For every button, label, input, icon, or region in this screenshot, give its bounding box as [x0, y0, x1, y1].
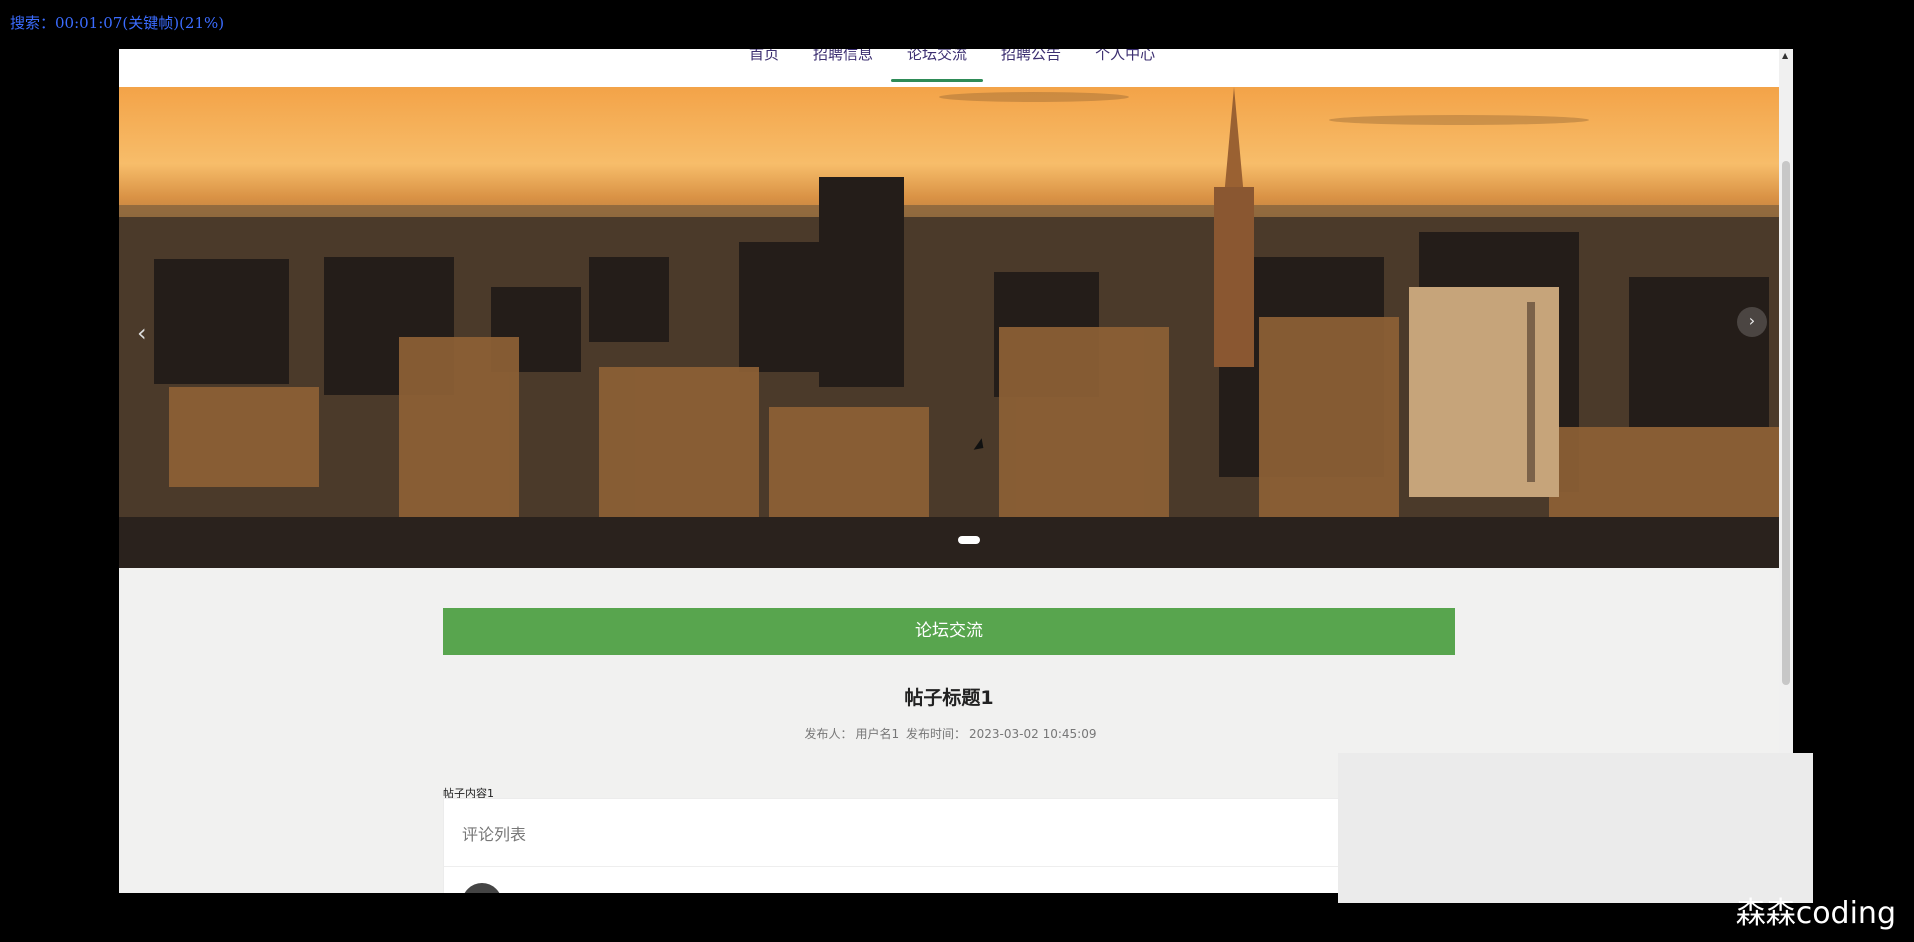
scroll-up-icon[interactable]: ▲ — [1782, 51, 1788, 60]
comment-list-card: 评论列表 — [443, 798, 1457, 893]
watermark-text: 森森coding — [1735, 896, 1896, 931]
nav-recruitment-info[interactable]: 招聘信息 — [813, 49, 873, 87]
top-navigation: 首页 招聘信息 论坛交流 招聘公告 个人中心 — [119, 49, 1779, 87]
publish-time: 2023-03-02 10:45:09 — [969, 727, 1097, 741]
city-skyline-image — [119, 87, 1779, 568]
carousel-previous-icon[interactable]: ‹ — [137, 319, 147, 347]
city-skyline-carousel: ‹ › — [119, 87, 1779, 568]
navigation-menu: 首页 招聘信息 论坛交流 招聘公告 个人中心 — [749, 49, 1155, 87]
publish-time-label: 发布时间： — [906, 727, 967, 741]
video-status-text: 搜索：00:01:07(关键帧)(21%) — [10, 14, 225, 32]
comment-list-title: 评论列表 — [462, 825, 527, 844]
nav-home[interactable]: 首页 — [749, 49, 779, 87]
post-title: 帖子标题1 — [904, 687, 994, 709]
user-avatar-icon — [462, 883, 502, 893]
nav-personal-center[interactable]: 个人中心 — [1095, 49, 1155, 87]
forum-section-title: 论坛交流 — [443, 608, 1455, 655]
post-metadata: 发布人： 用户名1 发布时间： 2023-03-02 10:45:09 — [119, 725, 1779, 742]
nav-forum[interactable]: 论坛交流 — [891, 49, 984, 87]
nav-recruitment-announcements[interactable]: 招聘公告 — [1001, 49, 1061, 87]
video-overlay-corner: 森森coding — [1338, 753, 1914, 942]
author-name: 用户名1 — [855, 727, 900, 741]
carousel-next-icon[interactable]: › — [1737, 307, 1767, 337]
carousel-active-dot[interactable] — [958, 536, 980, 544]
comment-divider — [444, 866, 1456, 867]
author-label: 发布人： — [804, 727, 853, 741]
scrollbar-thumb[interactable] — [1782, 161, 1790, 685]
